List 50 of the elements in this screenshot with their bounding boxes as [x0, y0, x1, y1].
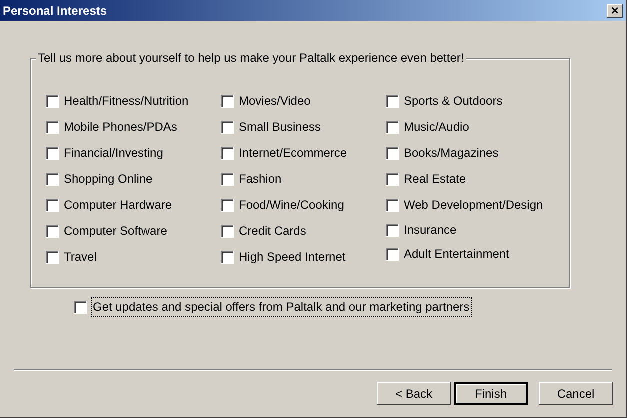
checkbox[interactable]: [46, 250, 59, 264]
checkbox[interactable]: [386, 94, 399, 108]
checkbox[interactable]: [386, 120, 399, 134]
close-button[interactable]: ×: [607, 4, 623, 18]
checkbox[interactable]: [386, 198, 399, 212]
checkbox[interactable]: [386, 146, 399, 160]
window-title: Personal Interests: [3, 2, 108, 20]
checkbox[interactable]: [386, 172, 399, 186]
checkbox-label: Travel: [64, 249, 97, 266]
checkbox[interactable]: [74, 300, 87, 314]
checkbox[interactable]: [221, 94, 234, 108]
checkbox[interactable]: [46, 120, 59, 134]
checkbox[interactable]: [386, 248, 399, 260]
checkbox-label: Movies/Video: [239, 93, 311, 110]
checkbox-label: Web Development/Design: [404, 197, 544, 214]
checkbox[interactable]: [46, 198, 59, 212]
checkbox[interactable]: [221, 250, 234, 264]
checkbox-label: Books/Magazines: [404, 145, 499, 162]
checkbox[interactable]: [221, 146, 234, 160]
dialog-button[interactable]: < Back: [377, 382, 451, 405]
checkbox[interactable]: [46, 172, 59, 186]
checkbox[interactable]: [221, 172, 234, 186]
group-caption: Tell us more about yourself to help us make your Paltalk experience even better!: [36, 50, 466, 66]
checkbox-label: Computer Software: [64, 223, 168, 240]
checkbox-label: Mobile Phones/PDAs: [64, 119, 178, 136]
checkbox[interactable]: [46, 146, 59, 160]
checkbox-label: Get updates and special offers from Paltalk and our marketing partners: [91, 297, 472, 317]
checkbox-label: Music/Audio: [404, 119, 470, 136]
checkbox[interactable]: [221, 224, 234, 238]
checkbox-label: Adult Entertainment: [404, 246, 510, 263]
dialog-button[interactable]: Cancel: [539, 382, 613, 405]
checkbox[interactable]: [46, 224, 59, 238]
checkbox-label: Food/Wine/Cooking: [239, 197, 344, 214]
checkbox-label: High Speed Internet: [239, 249, 346, 266]
checkbox[interactable]: [46, 94, 59, 108]
checkbox-label: Financial/Investing: [64, 145, 164, 162]
checkbox-label: Sports & Outdoors: [404, 93, 503, 110]
checkbox-label: Small Business: [239, 119, 322, 136]
checkbox-label: Credit Cards: [239, 223, 306, 240]
checkbox-label: Real Estate: [404, 171, 466, 188]
dialog-button[interactable]: Finish: [454, 382, 528, 405]
checkbox-label: Internet/Ecommerce: [239, 145, 348, 162]
checkbox[interactable]: [221, 120, 234, 134]
checkbox-label: Shopping Online: [64, 171, 153, 188]
checkbox[interactable]: [221, 198, 234, 212]
checkbox-label: Insurance: [404, 222, 457, 239]
checkbox-label: Fashion: [239, 171, 282, 188]
checkbox[interactable]: [386, 224, 399, 236]
checkbox-label: Health/Fitness/Nutrition: [64, 93, 189, 110]
checkbox-label: Computer Hardware: [64, 197, 172, 214]
